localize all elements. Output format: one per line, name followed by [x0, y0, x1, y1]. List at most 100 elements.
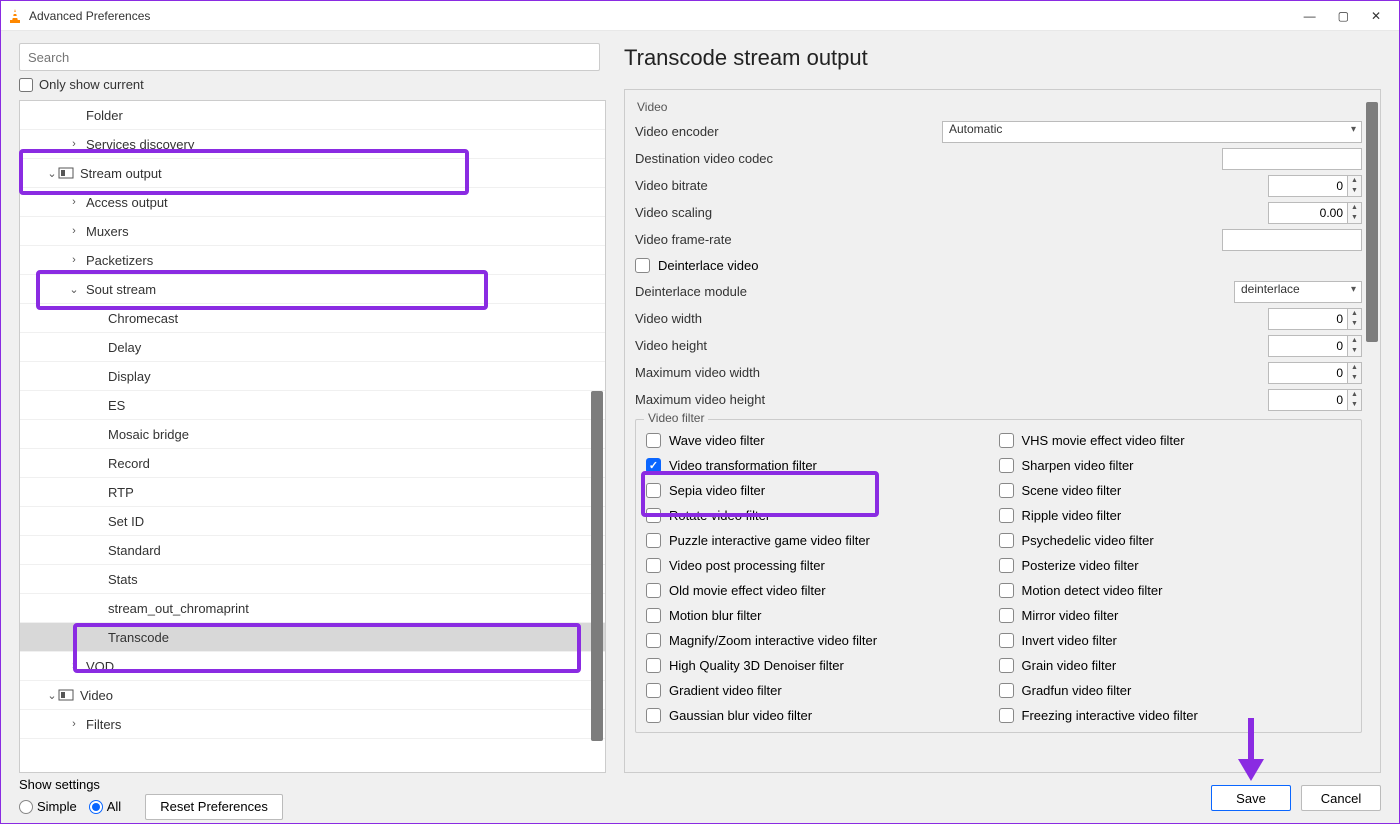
reset-preferences-button[interactable]: Reset Preferences [145, 794, 283, 820]
filter-checkbox[interactable]: High Quality 3D Denoiser filter [646, 653, 999, 678]
tree-item[interactable]: Stats [20, 565, 605, 594]
tree-item-label: Standard [108, 543, 161, 558]
tree-item[interactable]: RTP [20, 478, 605, 507]
tree-item[interactable]: Delay [20, 333, 605, 362]
tree-item[interactable]: Chromecast [20, 304, 605, 333]
tree-item[interactable]: Set ID [20, 507, 605, 536]
category-tree: Folder›Services discovery⌄Stream output›… [19, 100, 606, 773]
filter-checkbox[interactable]: Motion blur filter [646, 603, 999, 628]
chevron-icon: › [68, 196, 80, 208]
filter-checkbox[interactable]: Scene video filter [999, 478, 1352, 503]
framerate-input[interactable] [1222, 229, 1362, 251]
minimize-button[interactable]: — [1304, 9, 1316, 23]
cancel-button[interactable]: Cancel [1301, 785, 1381, 811]
filter-checkbox[interactable]: VHS movie effect video filter [999, 428, 1352, 453]
tree-item[interactable]: ›Access output [20, 188, 605, 217]
filter-checkbox[interactable]: Gradient video filter [646, 678, 999, 703]
checkbox-icon [646, 483, 661, 498]
tree-item[interactable]: ⌄Stream output [20, 159, 605, 188]
max-width-spinner[interactable]: ▲▼ [1268, 362, 1362, 384]
bitrate-spinner[interactable]: ▲▼ [1268, 175, 1362, 197]
scaling-spinner[interactable]: ▲▼ [1268, 202, 1362, 224]
tree-item[interactable]: Record [20, 449, 605, 478]
checkbox-icon [646, 608, 661, 623]
checkbox-icon [999, 583, 1014, 598]
dest-codec-input[interactable] [1222, 148, 1362, 170]
filter-label: Ripple video filter [1022, 508, 1122, 523]
tree-item[interactable]: Mosaic bridge [20, 420, 605, 449]
bitrate-label: Video bitrate [635, 178, 942, 193]
tree-item-label: ES [108, 398, 125, 413]
filter-checkbox[interactable]: Video post processing filter [646, 553, 999, 578]
filter-label: Wave video filter [669, 433, 765, 448]
video-encoder-select[interactable]: Automatic [942, 121, 1362, 143]
chevron-icon: › [68, 254, 80, 266]
max-width-label: Maximum video width [635, 365, 942, 380]
checkbox-icon [999, 633, 1014, 648]
tree-item-label: Sout stream [86, 282, 156, 297]
filter-label: Gradient video filter [669, 683, 782, 698]
deint-module-label: Deinterlace module [635, 284, 942, 299]
tree-item[interactable]: Folder [20, 101, 605, 130]
filter-checkbox[interactable]: Posterize video filter [999, 553, 1352, 578]
video-width-spinner[interactable]: ▲▼ [1268, 308, 1362, 330]
tree-item[interactable]: ⌄Sout stream [20, 275, 605, 304]
filter-checkbox[interactable]: Freezing interactive video filter [999, 703, 1352, 728]
tree-item[interactable]: ›Services discovery [20, 130, 605, 159]
filter-checkbox[interactable]: Sepia video filter [646, 478, 999, 503]
deinterlace-checkbox[interactable]: Deinterlace video [635, 253, 1362, 278]
video-encoder-label: Video encoder [635, 124, 942, 139]
radio-simple[interactable]: Simple [19, 799, 77, 814]
tree-item[interactable]: stream_out_chromaprint [20, 594, 605, 623]
filter-checkbox[interactable]: Psychedelic video filter [999, 528, 1352, 553]
tree-scrollbar[interactable] [591, 391, 603, 741]
checkbox-icon [646, 633, 661, 648]
tree-item[interactable]: Transcode [20, 623, 605, 652]
filter-checkbox[interactable]: Grain video filter [999, 653, 1352, 678]
video-height-spinner[interactable]: ▲▼ [1268, 335, 1362, 357]
filter-checkbox[interactable]: Wave video filter [646, 428, 999, 453]
filter-checkbox[interactable]: Gradfun video filter [999, 678, 1352, 703]
filter-checkbox[interactable]: Magnify/Zoom interactive video filter [646, 628, 999, 653]
filter-checkbox[interactable]: Video transformation filter [646, 453, 999, 478]
tree-item[interactable]: Standard [20, 536, 605, 565]
tree-item-label: Stats [108, 572, 138, 587]
filter-checkbox[interactable]: Sharpen video filter [999, 453, 1352, 478]
tree-item[interactable]: ES [20, 391, 605, 420]
radio-all[interactable]: All [89, 799, 121, 814]
tree-item-label: Set ID [108, 514, 144, 529]
tree-item[interactable]: ›Muxers [20, 217, 605, 246]
filter-checkbox[interactable]: Mirror video filter [999, 603, 1352, 628]
max-height-spinner[interactable]: ▲▼ [1268, 389, 1362, 411]
filter-checkbox[interactable]: Puzzle interactive game video filter [646, 528, 999, 553]
search-input[interactable] [19, 43, 600, 71]
filter-checkbox[interactable]: Gaussian blur video filter [646, 703, 999, 728]
tree-item[interactable]: ›Filters [20, 710, 605, 739]
dest-codec-label: Destination video codec [635, 151, 942, 166]
tree-item-label: Packetizers [86, 253, 153, 268]
settings-scrollbar[interactable] [1366, 102, 1378, 342]
tree-item-label: Video [80, 688, 113, 703]
filter-label: VHS movie effect video filter [1022, 433, 1185, 448]
tree-item-label: Muxers [86, 224, 129, 239]
deint-module-select[interactable]: deinterlace [1234, 281, 1362, 303]
only-show-current-checkbox[interactable]: Only show current [19, 77, 600, 92]
section-video: Video [635, 96, 1362, 118]
filter-checkbox[interactable]: Old movie effect video filter [646, 578, 999, 603]
tree-item[interactable]: ⌄Video [20, 681, 605, 710]
tree-item[interactable]: ›VOD [20, 652, 605, 681]
filter-checkbox[interactable]: Ripple video filter [999, 503, 1352, 528]
filter-checkbox[interactable]: Rotate video filter [646, 503, 999, 528]
save-button[interactable]: Save [1211, 785, 1291, 811]
category-icon [58, 167, 74, 179]
tree-item-label: Record [108, 456, 150, 471]
only-show-current-box[interactable] [19, 78, 33, 92]
maximize-button[interactable]: ▢ [1338, 9, 1349, 23]
tree-item[interactable]: › Packetizers [20, 246, 605, 275]
tree-item[interactable]: Display [20, 362, 605, 391]
filter-checkbox[interactable]: Invert video filter [999, 628, 1352, 653]
checkbox-icon [646, 433, 661, 448]
video-filter-group: Video filter Wave video filterVideo tran… [635, 419, 1362, 733]
close-button[interactable]: ✕ [1371, 9, 1381, 23]
filter-checkbox[interactable]: Motion detect video filter [999, 578, 1352, 603]
